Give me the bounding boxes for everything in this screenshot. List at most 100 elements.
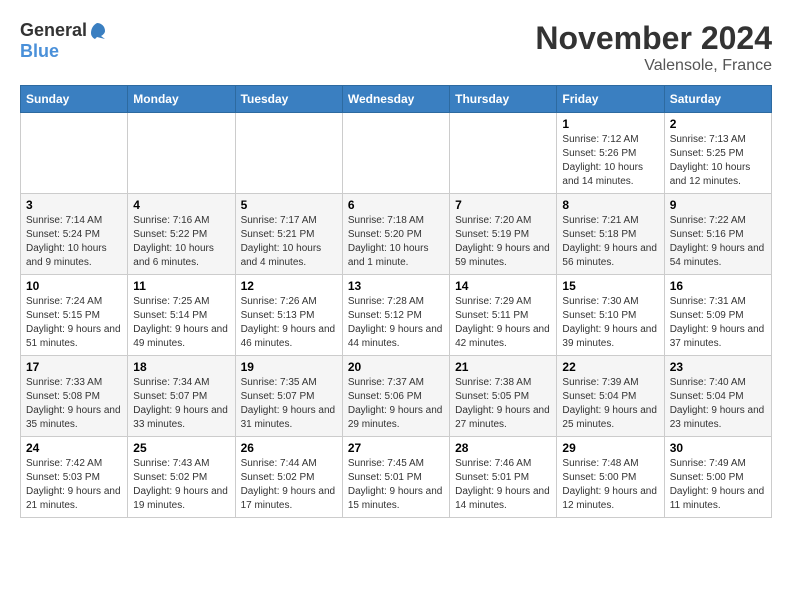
day-header-saturday: Saturday — [664, 86, 771, 113]
calendar-cell — [450, 113, 557, 194]
day-number: 30 — [670, 441, 766, 455]
calendar-cell: 19 Sunrise: 7:35 AM Sunset: 5:07 PM Dayli… — [235, 356, 342, 437]
calendar-week-row: 1 Sunrise: 7:12 AM Sunset: 5:26 PM Daylig… — [21, 113, 772, 194]
calendar-cell: 5 Sunrise: 7:17 AM Sunset: 5:21 PM Daylig… — [235, 194, 342, 275]
calendar-cell: 29 Sunrise: 7:48 AM Sunset: 5:00 PM Dayli… — [557, 437, 664, 518]
day-number: 16 — [670, 279, 766, 293]
calendar-cell: 21Sunrise: 7:38 AM Sunset: 5:05 PM Dayli… — [450, 356, 557, 437]
calendar-cell: 1 Sunrise: 7:12 AM Sunset: 5:26 PM Daylig… — [557, 113, 664, 194]
day-info: Sunrise: 7:48 AM Sunset: 5:00 PM Dayligh… — [562, 457, 658, 513]
day-info: Sunrise: 7:33 AM Sunset: 5:08 PM Dayligh… — [26, 376, 122, 432]
day-info: Sunrise: 7:25 AM Sunset: 5:14 PM Dayligh… — [133, 295, 229, 351]
day-header-tuesday: Tuesday — [235, 86, 342, 113]
day-info: Sunrise: 7:37 AM Sunset: 5:06 PM Dayligh… — [348, 376, 444, 432]
header: GeneralBlue November 2024 Valensole, Fra… — [20, 20, 772, 75]
day-info: Sunrise: 7:20 AM Sunset: 5:19 PM Dayligh… — [455, 214, 551, 270]
day-header-wednesday: Wednesday — [342, 86, 449, 113]
calendar-cell: 6 Sunrise: 7:18 AM Sunset: 5:20 PM Daylig… — [342, 194, 449, 275]
calendar-week-row: 24 Sunrise: 7:42 AM Sunset: 5:03 PM Dayli… — [21, 437, 772, 518]
calendar-cell: 25 Sunrise: 7:43 AM Sunset: 5:02 PM Dayli… — [128, 437, 235, 518]
day-number: 1 — [562, 117, 658, 131]
logo-bird-icon — [87, 21, 107, 41]
day-number: 17 — [26, 360, 122, 374]
calendar-cell — [128, 113, 235, 194]
day-info: Sunrise: 7:31 AM Sunset: 5:09 PM Dayligh… — [670, 295, 766, 351]
day-number: 12 — [241, 279, 337, 293]
day-info: Sunrise: 7:12 AM Sunset: 5:26 PM Dayligh… — [562, 133, 658, 189]
day-number: 4 — [133, 198, 229, 212]
day-header-monday: Monday — [128, 86, 235, 113]
calendar-cell: 20 Sunrise: 7:37 AM Sunset: 5:06 PM Dayli… — [342, 356, 449, 437]
day-number: 13 — [348, 279, 444, 293]
calendar-cell: 8Sunrise: 7:21 AM Sunset: 5:18 PM Daylig… — [557, 194, 664, 275]
day-number: 10 — [26, 279, 122, 293]
calendar-week-row: 17 Sunrise: 7:33 AM Sunset: 5:08 PM Dayli… — [21, 356, 772, 437]
day-number: 20 — [348, 360, 444, 374]
calendar-cell — [342, 113, 449, 194]
day-info: Sunrise: 7:38 AM Sunset: 5:05 PM Dayligh… — [455, 376, 551, 432]
day-info: Sunrise: 7:39 AM Sunset: 5:04 PM Dayligh… — [562, 376, 658, 432]
calendar-cell: 24 Sunrise: 7:42 AM Sunset: 5:03 PM Dayli… — [21, 437, 128, 518]
calendar-cell: 2 Sunrise: 7:13 AM Sunset: 5:25 PM Daylig… — [664, 113, 771, 194]
calendar-cell: 17 Sunrise: 7:33 AM Sunset: 5:08 PM Dayli… — [21, 356, 128, 437]
calendar-week-row: 10 Sunrise: 7:24 AM Sunset: 5:15 PM Dayli… — [21, 275, 772, 356]
day-info: Sunrise: 7:16 AM Sunset: 5:22 PM Dayligh… — [133, 214, 229, 270]
day-number: 9 — [670, 198, 766, 212]
day-number: 22 — [562, 360, 658, 374]
day-number: 2 — [670, 117, 766, 131]
day-info: Sunrise: 7:34 AM Sunset: 5:07 PM Dayligh… — [133, 376, 229, 432]
day-info: Sunrise: 7:42 AM Sunset: 5:03 PM Dayligh… — [26, 457, 122, 513]
calendar-cell: 10 Sunrise: 7:24 AM Sunset: 5:15 PM Dayli… — [21, 275, 128, 356]
calendar-cell: 13Sunrise: 7:28 AM Sunset: 5:12 PM Dayli… — [342, 275, 449, 356]
day-number: 5 — [241, 198, 337, 212]
calendar-cell: 14Sunrise: 7:29 AM Sunset: 5:11 PM Dayli… — [450, 275, 557, 356]
calendar-cell: 4 Sunrise: 7:16 AM Sunset: 5:22 PM Daylig… — [128, 194, 235, 275]
calendar-cell: 26Sunrise: 7:44 AM Sunset: 5:02 PM Dayli… — [235, 437, 342, 518]
day-number: 7 — [455, 198, 551, 212]
calendar-cell: 3 Sunrise: 7:14 AM Sunset: 5:24 PM Daylig… — [21, 194, 128, 275]
day-number: 28 — [455, 441, 551, 455]
calendar-cell: 30 Sunrise: 7:49 AM Sunset: 5:00 PM Dayli… — [664, 437, 771, 518]
location-title: Valensole, France — [535, 57, 772, 75]
calendar-cell: 7 Sunrise: 7:20 AM Sunset: 5:19 PM Daylig… — [450, 194, 557, 275]
title-area: November 2024 Valensole, France — [535, 20, 772, 75]
day-number: 19 — [241, 360, 337, 374]
day-info: Sunrise: 7:26 AM Sunset: 5:13 PM Dayligh… — [241, 295, 337, 351]
day-number: 6 — [348, 198, 444, 212]
calendar-cell: 22 Sunrise: 7:39 AM Sunset: 5:04 PM Dayli… — [557, 356, 664, 437]
day-info: Sunrise: 7:13 AM Sunset: 5:25 PM Dayligh… — [670, 133, 766, 189]
calendar-cell: 18 Sunrise: 7:34 AM Sunset: 5:07 PM Dayli… — [128, 356, 235, 437]
day-number: 25 — [133, 441, 229, 455]
day-number: 29 — [562, 441, 658, 455]
day-header-friday: Friday — [557, 86, 664, 113]
day-info: Sunrise: 7:14 AM Sunset: 5:24 PM Dayligh… — [26, 214, 122, 270]
day-number: 3 — [26, 198, 122, 212]
calendar-cell: 11 Sunrise: 7:25 AM Sunset: 5:14 PM Dayli… — [128, 275, 235, 356]
day-info: Sunrise: 7:40 AM Sunset: 5:04 PM Dayligh… — [670, 376, 766, 432]
calendar-cell: 15Sunrise: 7:30 AM Sunset: 5:10 PM Dayli… — [557, 275, 664, 356]
day-info: Sunrise: 7:18 AM Sunset: 5:20 PM Dayligh… — [348, 214, 444, 270]
day-number: 15 — [562, 279, 658, 293]
calendar-cell: 23 Sunrise: 7:40 AM Sunset: 5:04 PM Dayli… — [664, 356, 771, 437]
day-info: Sunrise: 7:17 AM Sunset: 5:21 PM Dayligh… — [241, 214, 337, 270]
day-header-sunday: Sunday — [21, 86, 128, 113]
day-info: Sunrise: 7:24 AM Sunset: 5:15 PM Dayligh… — [26, 295, 122, 351]
calendar-cell — [235, 113, 342, 194]
logo-general: General — [20, 20, 87, 41]
day-info: Sunrise: 7:43 AM Sunset: 5:02 PM Dayligh… — [133, 457, 229, 513]
calendar-table: SundayMondayTuesdayWednesdayThursdayFrid… — [20, 85, 772, 518]
day-info: Sunrise: 7:21 AM Sunset: 5:18 PM Dayligh… — [562, 214, 658, 270]
day-number: 14 — [455, 279, 551, 293]
calendar-cell: 27Sunrise: 7:45 AM Sunset: 5:01 PM Dayli… — [342, 437, 449, 518]
day-number: 23 — [670, 360, 766, 374]
calendar-cell: 28Sunrise: 7:46 AM Sunset: 5:01 PM Dayli… — [450, 437, 557, 518]
day-number: 11 — [133, 279, 229, 293]
day-info: Sunrise: 7:49 AM Sunset: 5:00 PM Dayligh… — [670, 457, 766, 513]
calendar-cell: 16 Sunrise: 7:31 AM Sunset: 5:09 PM Dayli… — [664, 275, 771, 356]
calendar-cell — [21, 113, 128, 194]
day-info: Sunrise: 7:45 AM Sunset: 5:01 PM Dayligh… — [348, 457, 444, 513]
day-info: Sunrise: 7:35 AM Sunset: 5:07 PM Dayligh… — [241, 376, 337, 432]
day-number: 24 — [26, 441, 122, 455]
day-number: 18 — [133, 360, 229, 374]
logo-blue: Blue — [20, 41, 59, 62]
